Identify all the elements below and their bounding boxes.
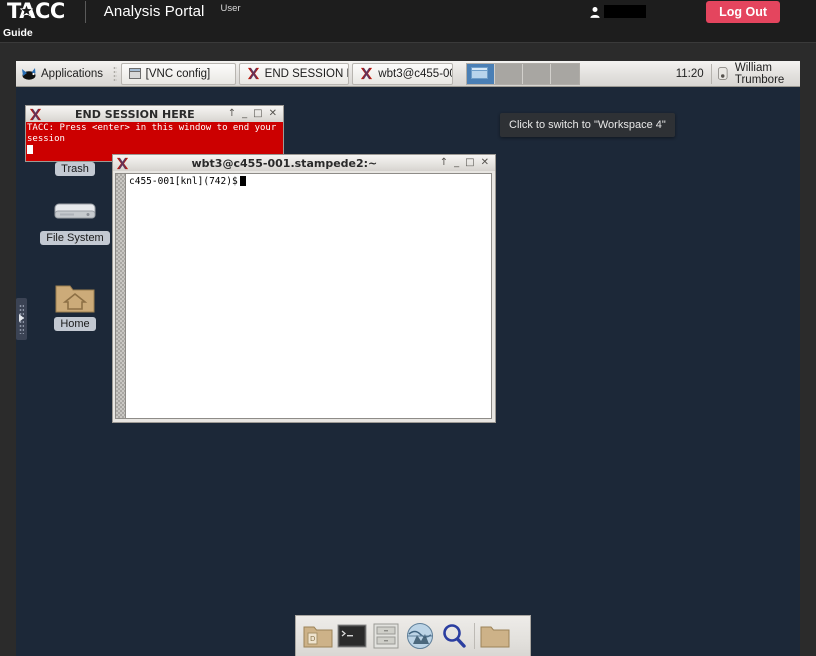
shade-icon[interactable]: ↑ [228,109,236,119]
nav-user[interactable]: User [221,3,241,14]
desktop-icon-label-home: Home [54,317,96,331]
terminal-icon [337,624,367,648]
xfce-mouse-icon [22,68,36,80]
window-title-end-session: END SESSION HERE [75,107,195,121]
window-titlebar-terminal[interactable]: wbt3@c455-001.stampede2:~ ↑ _ □ ✕ [112,154,496,171]
web-browser-icon [407,623,433,649]
workspace-3[interactable] [522,63,551,84]
user-chip[interactable] [590,5,647,18]
workspace-1[interactable] [466,63,495,84]
workspace-4[interactable] [550,63,579,84]
terminal-window-body: c455-001[knl](742)$ [112,171,496,423]
file-manager-icon [373,623,399,649]
workspace-1-preview [470,66,488,79]
portal-subnav-row: Guide [0,23,816,42]
hard-drive-icon [54,203,96,219]
taskbar-button-end-session[interactable]: END SESSION HERE [238,62,350,85]
desktop-icon-label-trash: Trash [55,162,95,176]
workspace-tooltip: Click to switch to "Workspace 4" [500,113,675,137]
terminal-screen[interactable]: c455-001[knl](742)$ [126,173,492,419]
xterm-icon [116,157,129,169]
tacc-logo-text: TACC [7,0,65,23]
taskbar-label-end-session: END SESSION HERE [264,67,349,80]
portal-header: TACC Analysis Portal User Log Out [0,0,816,23]
panel-hide-handle[interactable] [16,298,27,340]
dock-item-search[interactable] [437,619,471,653]
terminal-scrollbar[interactable] [115,173,126,419]
chevron-right-icon [19,314,24,322]
taskbar-label-vnc-config: [VNC config] [145,67,211,80]
xfce-desktop[interactable]: Applications [VNC config] END SESSION HE… [16,61,800,656]
dock-separator [474,623,475,649]
user-person-icon [590,6,600,18]
maximize-icon[interactable]: □ [465,158,474,168]
xterm-icon [29,108,42,120]
workspace-switcher[interactable] [465,62,580,85]
terminal-cursor [27,145,33,154]
close-icon[interactable]: ✕ [269,109,277,119]
vnc-viewport[interactable]: Applications [VNC config] END SESSION HE… [0,43,816,656]
dock-item-web-browser[interactable] [403,619,437,653]
workspace-2[interactable] [494,63,523,84]
window-titlebar-end-session[interactable]: END SESSION HERE ↑ _ □ ✕ [25,105,284,122]
window-icon [128,68,141,79]
desktop-icon-file-system[interactable]: File System [38,196,112,245]
page-title: Analysis Portal [103,3,205,20]
xfce-top-panel: Applications [VNC config] END SESSION HE… [16,61,800,87]
minimize-icon[interactable]: _ [242,109,247,119]
taskbar-button-vnc-config[interactable]: [VNC config] [120,62,236,85]
search-icon [443,624,466,648]
svg-text:D: D [310,635,315,643]
applications-menu-label: Applications [41,67,104,80]
dock-item-terminal[interactable] [335,619,369,653]
lock-screen-icon[interactable] [718,65,728,82]
shade-icon[interactable]: ↑ [440,158,448,168]
window-title-terminal: wbt3@c455-001.stampede2:~ [191,156,378,170]
tacc-logo[interactable]: TACC [7,1,65,22]
header-divider [84,0,86,23]
taskbar-button-terminal[interactable]: wbt3@c455-001.st... [352,62,453,85]
dock-item-documents[interactable]: D [301,619,335,653]
window-terminal[interactable]: wbt3@c455-001.stampede2:~ ↑ _ □ ✕ c455-0… [112,154,496,423]
xterm-icon [247,67,259,80]
home-folder-icon [55,285,95,313]
taskbar-label-terminal: wbt3@c455-001.st... [378,67,451,80]
panel-username[interactable]: William Trumbore [735,62,800,86]
dock-item-folder[interactable] [478,619,512,653]
panel-clock[interactable]: 11:20 [676,68,704,80]
xterm-icon [361,67,373,80]
bottom-dock: D [295,615,531,656]
documents-folder-icon: D [303,626,333,648]
desktop-icon-home[interactable]: Home [38,280,112,331]
applications-menu-button[interactable]: Applications [16,62,109,86]
terminal-prompt: c455-001[knl](742)$ [129,176,238,187]
panel-separator [710,63,712,84]
header-right: Log Out [590,0,816,23]
nav-link-guide[interactable]: Guide [3,27,33,39]
panel-grip-handle[interactable] [113,65,117,82]
dock-item-file-manager[interactable] [369,619,403,653]
end-session-message: TACC: Press <enter> in this window to en… [27,123,277,144]
close-icon[interactable]: ✕ [481,158,489,168]
logout-button[interactable]: Log Out [706,0,780,23]
terminal-cursor [239,176,246,186]
desktop-icon-label-file-system: File System [40,231,110,245]
minimize-icon[interactable]: _ [454,158,459,168]
username-redacted [604,5,647,18]
folder-icon [480,626,510,648]
maximize-icon[interactable]: □ [253,109,262,119]
